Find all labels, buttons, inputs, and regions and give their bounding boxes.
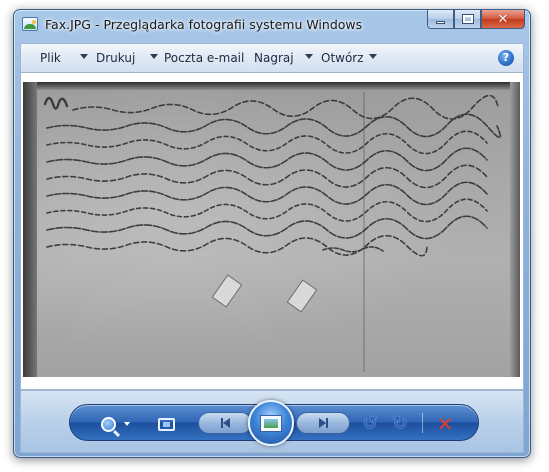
- navigation-toolbar: ↺ ↻ ✕: [20, 390, 524, 453]
- maximize-button[interactable]: [454, 10, 481, 29]
- window-title: Fax.JPG - Przeglądarka fotografii system…: [45, 17, 363, 32]
- scanned-document-image: [23, 82, 520, 377]
- command-bar: Plik Drukuj Poczta e-mail Nagraj Otwórz …: [20, 43, 524, 72]
- rotate-left-icon: ↺: [362, 413, 378, 434]
- caption-buttons: ✕: [427, 10, 525, 29]
- menu-nagraj[interactable]: Nagraj: [254, 51, 313, 65]
- handwriting-lines: [43, 94, 502, 257]
- next-icon: [318, 418, 328, 428]
- menu-plik[interactable]: Plik: [40, 51, 88, 65]
- zoom-button[interactable]: [98, 414, 130, 434]
- menu-otworz-label: Otwórz: [321, 51, 364, 65]
- rotate-counterclockwise-button[interactable]: ↺: [360, 414, 380, 434]
- menu-poczta[interactable]: Poczta e-mail: [164, 51, 244, 65]
- menu-drukuj[interactable]: Drukuj: [96, 51, 158, 65]
- previous-icon-arrow: [222, 418, 230, 428]
- image-viewport[interactable]: [20, 72, 524, 390]
- next-icon-arrow: [318, 418, 326, 428]
- app-icon-hill: [24, 24, 36, 29]
- next-button[interactable]: [296, 412, 350, 434]
- zoom-icon: [100, 416, 116, 432]
- slideshow-icon: [260, 414, 282, 432]
- chevron-down-icon: [305, 54, 313, 59]
- menu-nagraj-label: Nagraj: [254, 51, 294, 65]
- close-button[interactable]: ✕: [481, 10, 525, 29]
- next-icon-bar: [325, 418, 328, 428]
- rotate-clockwise-button[interactable]: ↻: [390, 414, 410, 434]
- actual-size-button[interactable]: [156, 414, 176, 434]
- chevron-down-icon: [80, 54, 88, 59]
- help-icon[interactable]: ?: [498, 50, 514, 66]
- previous-icon: [220, 418, 230, 428]
- delete-button[interactable]: ✕: [435, 414, 455, 434]
- close-icon: ✕: [497, 11, 509, 27]
- menu-otworz[interactable]: Otwórz: [321, 51, 377, 65]
- rotate-right-icon: ↻: [392, 413, 408, 434]
- toolbar-divider: [422, 413, 423, 433]
- minimize-icon: [436, 20, 445, 24]
- navigation-pill: ↺ ↻ ✕: [69, 400, 479, 446]
- chevron-down-icon: [124, 422, 130, 426]
- slideshow-button[interactable]: [248, 400, 294, 446]
- chevron-down-icon: [150, 54, 158, 59]
- photo-viewer-icon: [22, 17, 38, 31]
- fit-to-window-icon: [157, 417, 175, 431]
- menu-drukuj-label: Drukuj: [96, 51, 136, 65]
- maximize-icon: [461, 14, 474, 24]
- chevron-down-icon: [369, 54, 377, 59]
- menu-plik-label: Plik: [40, 51, 61, 65]
- photo-viewer-window: Fax.JPG - Przeglądarka fotografii system…: [13, 9, 531, 458]
- previous-button[interactable]: [198, 412, 252, 434]
- delete-icon: ✕: [436, 412, 454, 436]
- title-bar[interactable]: Fax.JPG - Przeglądarka fotografii system…: [14, 10, 530, 40]
- menu-poczta-label: Poczta e-mail: [164, 51, 245, 65]
- minimize-button[interactable]: [427, 10, 454, 29]
